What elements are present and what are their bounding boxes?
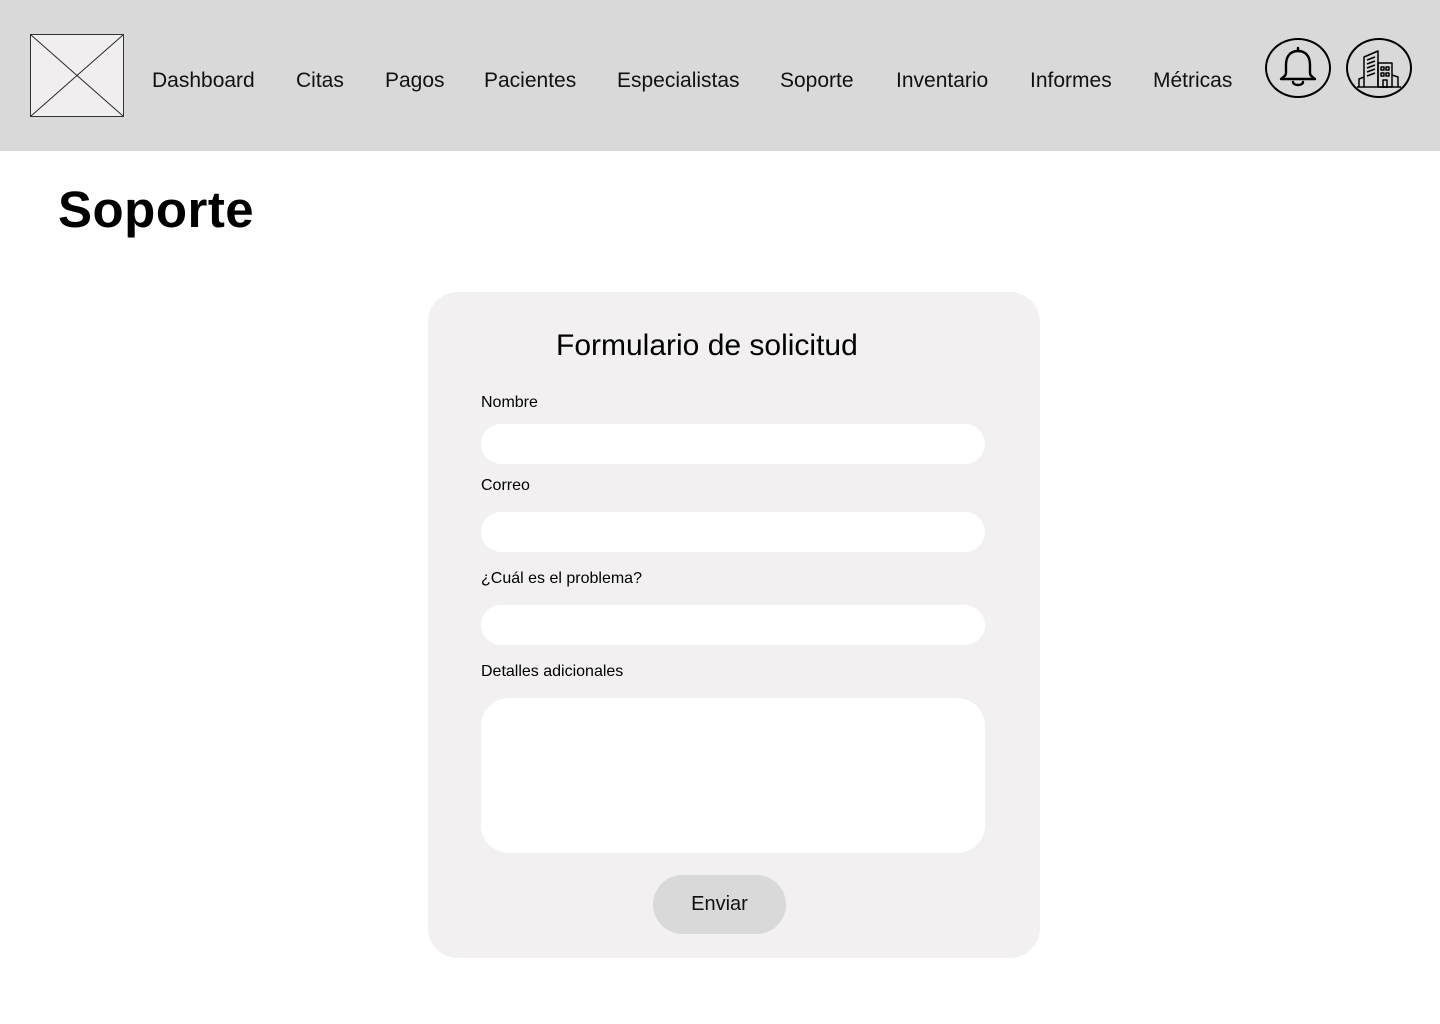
submit-button[interactable]: Enviar [653, 875, 786, 934]
nav-item-dashboard[interactable]: Dashboard [152, 67, 255, 95]
name-label: Nombre [481, 394, 538, 411]
name-field[interactable] [481, 424, 985, 464]
nav-item-metricas[interactable]: Métricas [1153, 67, 1232, 95]
details-textarea[interactable] [481, 698, 985, 853]
organization-button[interactable] [1346, 38, 1412, 98]
nav-item-pagos[interactable]: Pagos [385, 67, 445, 95]
nav-item-informes[interactable]: Informes [1030, 67, 1112, 95]
bell-icon [1279, 46, 1317, 87]
image-placeholder-icon [31, 35, 123, 116]
nav-item-citas[interactable]: Citas [296, 67, 344, 95]
nav-item-especialistas[interactable]: Especialistas [617, 67, 740, 95]
page-title: Soporte [58, 181, 255, 238]
logo-placeholder-icon[interactable] [30, 34, 124, 117]
form-title: Formulario de solicitud [556, 329, 858, 362]
nav-item-soporte[interactable]: Soporte [780, 67, 854, 95]
problem-label: ¿Cuál es el problema? [481, 570, 642, 587]
nav-item-pacientes[interactable]: Pacientes [484, 67, 576, 95]
nav-item-inventario[interactable]: Inventario [896, 67, 988, 95]
top-navigation-bar: Dashboard Citas Pagos Pacientes Especial… [0, 0, 1440, 151]
email-label: Correo [481, 477, 530, 494]
building-icon [1357, 50, 1401, 88]
notifications-button[interactable] [1265, 38, 1331, 98]
problem-field[interactable] [481, 605, 985, 645]
support-request-form: Formulario de solicitud Nombre Correo ¿C… [428, 292, 1040, 958]
details-label: Detalles adicionales [481, 663, 624, 680]
email-field[interactable] [481, 512, 985, 552]
